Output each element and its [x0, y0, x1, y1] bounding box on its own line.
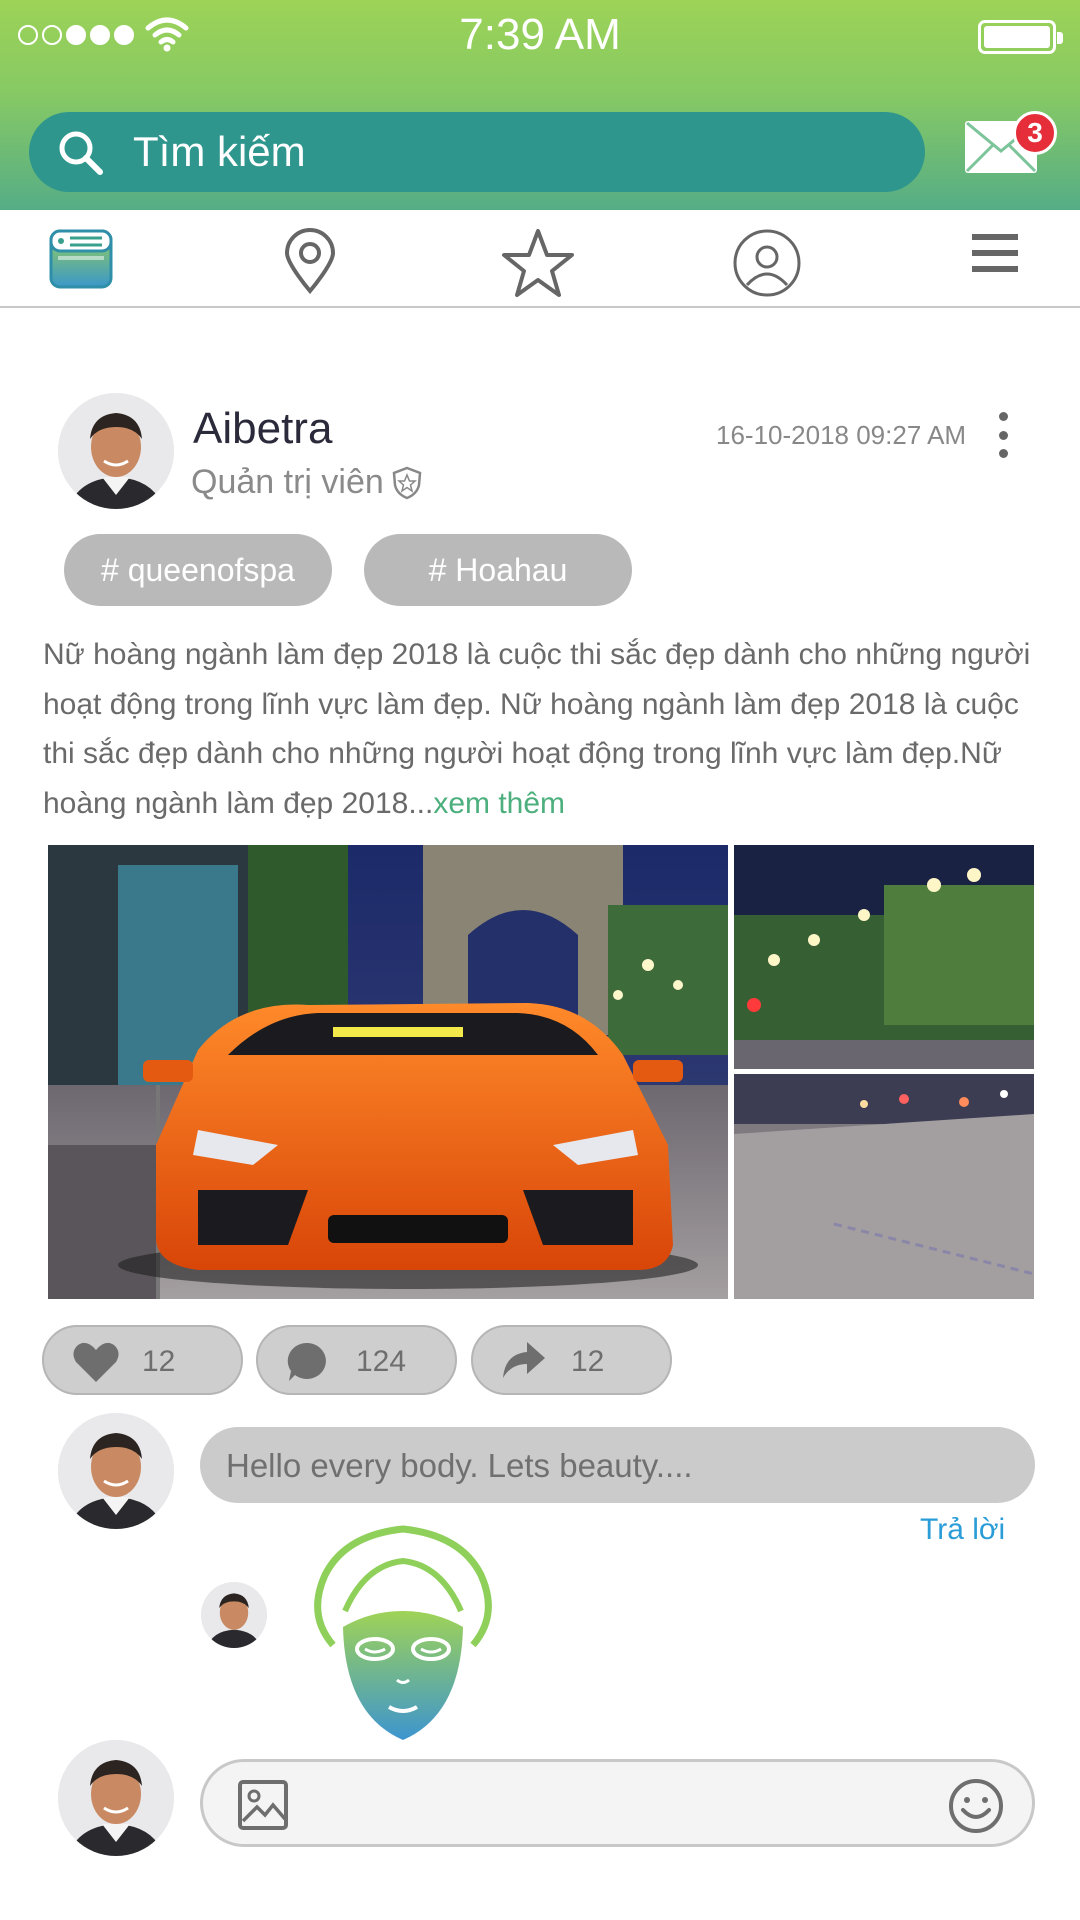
- author-avatar[interactable]: [58, 393, 174, 509]
- image-attach-icon[interactable]: [237, 1779, 289, 1831]
- avatar-photo: [58, 1740, 174, 1856]
- avatar-photo: [58, 393, 174, 509]
- like-count: 12: [142, 1345, 176, 1378]
- current-user-avatar[interactable]: [58, 1740, 174, 1856]
- tab-bar: [0, 210, 1080, 308]
- message-count-badge: 3: [1013, 111, 1057, 155]
- share-arrow-icon: [503, 1342, 545, 1378]
- comment-button[interactable]: 124: [256, 1325, 457, 1395]
- status-time: 7:39 AM: [459, 10, 621, 59]
- star-icon: [502, 229, 574, 297]
- street-road-photo: [734, 1074, 1034, 1299]
- post-text: Nữ hoàng ngành làm đẹp 2018 là cuộc thi …: [43, 630, 1033, 828]
- face-mask-sticker-icon: [314, 1525, 492, 1740]
- search-bar[interactable]: Tìm kiếm: [29, 112, 925, 192]
- emoji-icon[interactable]: [948, 1778, 1004, 1834]
- post-photo-main[interactable]: [48, 845, 728, 1299]
- location-pin-icon: [284, 228, 336, 294]
- tab-favorites[interactable]: [498, 228, 578, 298]
- app-header: 7:39 AM Tìm kiếm 3: [0, 0, 1080, 210]
- share-button[interactable]: 12: [471, 1325, 672, 1395]
- tab-menu[interactable]: [955, 228, 1035, 298]
- hamburger-menu-icon: [972, 234, 1018, 272]
- hashtag-chip[interactable]: # queenofspa: [64, 534, 332, 606]
- profile-icon: [733, 229, 801, 297]
- commenter-avatar[interactable]: [58, 1413, 174, 1529]
- comment-input[interactable]: [303, 1782, 903, 1826]
- street-night-photo: [734, 845, 1034, 1069]
- hashtag-chip[interactable]: # Hoahau: [364, 534, 632, 606]
- battery-icon: [978, 20, 1063, 54]
- post-options-icon[interactable]: [996, 412, 1010, 458]
- news-feed-icon: [49, 229, 113, 289]
- comment-count: 124: [356, 1345, 407, 1378]
- avatar-photo: [58, 1413, 174, 1529]
- comment-composer: [200, 1759, 1035, 1847]
- tab-location[interactable]: [270, 228, 350, 298]
- tab-profile[interactable]: [727, 228, 807, 298]
- reply-avatar[interactable]: [201, 1582, 267, 1648]
- search-icon: [59, 131, 103, 175]
- tab-news-feed[interactable]: [41, 228, 121, 298]
- comment-bubble-icon: [287, 1342, 326, 1381]
- post-photo-thumb[interactable]: [734, 845, 1034, 1069]
- like-button[interactable]: 12: [42, 1325, 243, 1395]
- heart-icon: [73, 1342, 119, 1382]
- admin-shield-icon: [392, 466, 422, 499]
- comment-bubble: Hello every body. Lets beauty....: [200, 1427, 1035, 1503]
- post-timestamp: 16-10-2018 09:27 AM: [716, 420, 967, 450]
- reply-link[interactable]: Trả lời: [920, 1513, 1005, 1547]
- search-placeholder: Tìm kiếm: [133, 128, 306, 175]
- author-role: Quản trị viên: [191, 463, 422, 502]
- share-count: 12: [571, 1345, 605, 1378]
- status-bar: 7:39 AM: [0, 0, 1080, 70]
- see-more-link[interactable]: xem thêm: [433, 787, 565, 820]
- avatar-photo: [201, 1582, 267, 1648]
- author-role-label: Quản trị viên: [191, 463, 384, 501]
- car-photo: [48, 845, 728, 1299]
- post-photo-thumb[interactable]: [734, 1074, 1034, 1299]
- author-name[interactable]: Aibetra: [193, 404, 332, 454]
